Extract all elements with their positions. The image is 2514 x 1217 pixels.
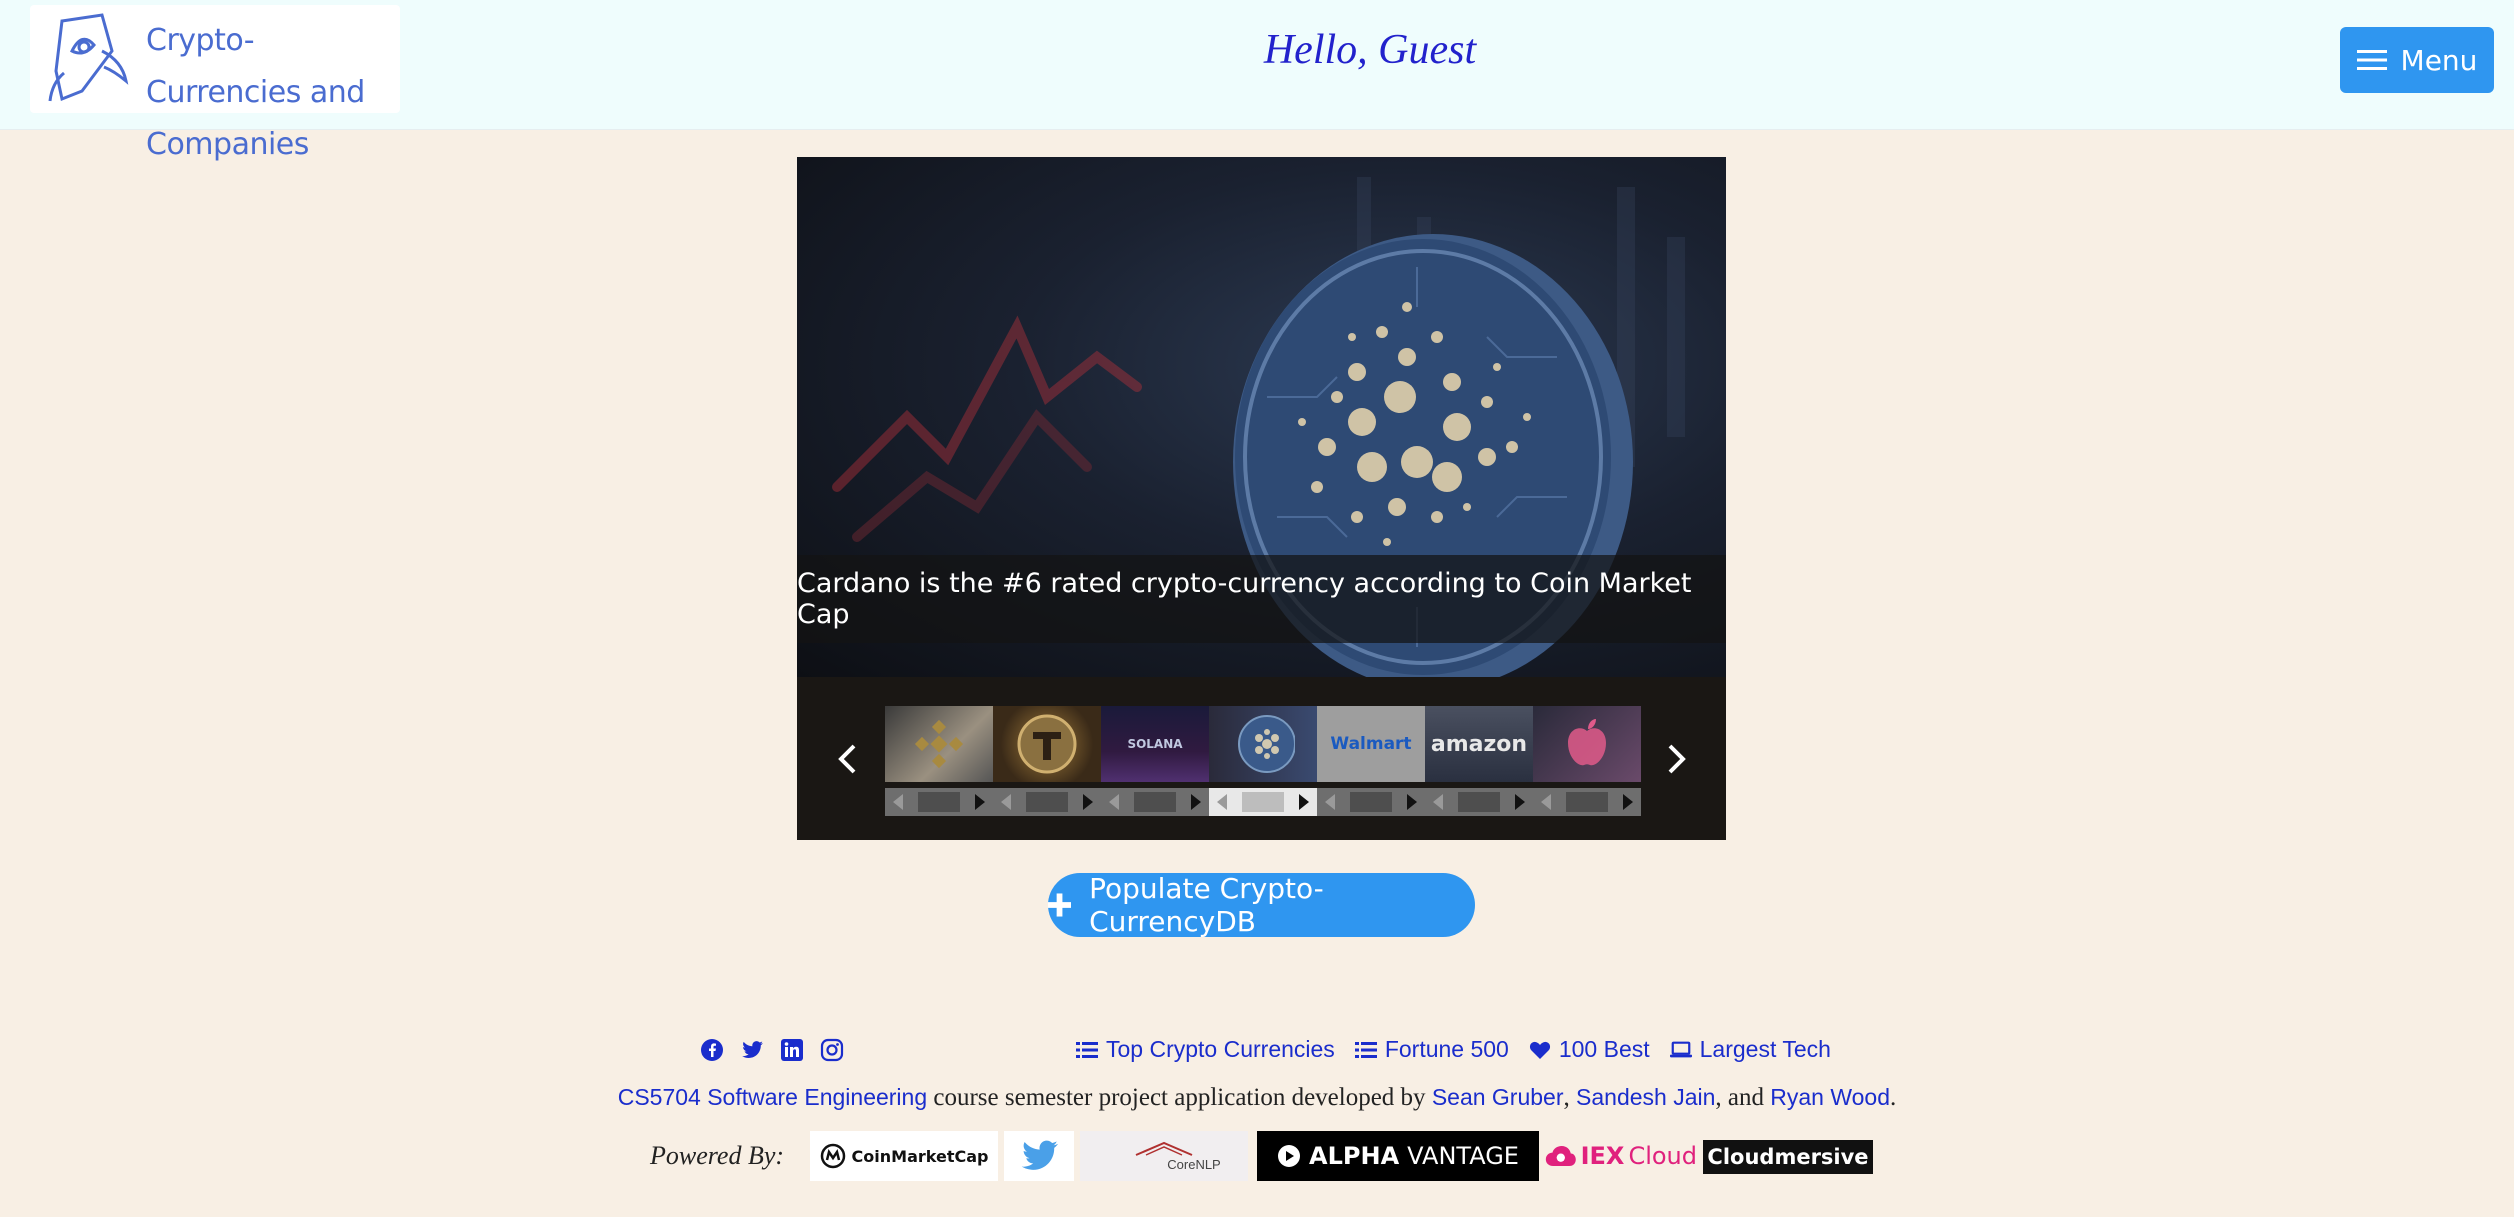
footer-link-top-crypto-label: Top Crypto Currencies — [1106, 1036, 1335, 1062]
top-navbar: Crypto-Currencies and Companies Hello, G… — [0, 0, 2514, 162]
footer-nav: Top Crypto Currencies Fortune 500 100 Be… — [1076, 1036, 1831, 1063]
partner-logo-twitter[interactable] — [1004, 1131, 1074, 1181]
populate-db-button-label: Populate Crypto-CurrencyDB — [1089, 872, 1324, 938]
cardano-coin-icon — [1238, 715, 1295, 773]
partner-logo-cloudmersive[interactable]: Cloudmersive — [1703, 1140, 1873, 1174]
alpha-vantage-label-bold: ALPHA — [1309, 1142, 1400, 1170]
thumbnail-scrollbar[interactable] — [1533, 788, 1641, 816]
footer-link-largest-tech[interactable]: Largest Tech — [1669, 1036, 1831, 1063]
populate-db-button[interactable]: Populate Crypto-CurrencyDB — [1048, 872, 1475, 938]
play-circle-icon — [1278, 1145, 1301, 1167]
solana-thumbnail-image: SOLANA — [1101, 706, 1209, 782]
image-carousel: Cardano is the #6 rated crypto-currency … — [797, 157, 1726, 840]
alpha-vantage-label: VANTAGE — [1407, 1142, 1519, 1170]
author-link-sean-gruber[interactable]: Sean Gruber — [1432, 1084, 1564, 1110]
thumbnail-scrollbar[interactable] — [1425, 788, 1533, 816]
corenlp-label: CoreNLP — [1167, 1156, 1221, 1172]
site-logo[interactable]: Crypto-Currencies and Companies — [30, 5, 400, 162]
coinmarketcap-label: CoinMarketCap — [851, 1146, 989, 1166]
footer-link-fortune-500[interactable]: Fortune 500 — [1354, 1036, 1509, 1063]
footer-link-100-best-label: 100 Best — [1558, 1036, 1650, 1062]
walmart-thumbnail-label: Walmart — [1330, 734, 1412, 754]
chevron-left-icon — [838, 744, 856, 774]
logo-title: Crypto-Currencies and Companies — [146, 15, 396, 171]
coinmarketcap-icon — [820, 1143, 845, 1169]
menu-button[interactable]: Menu — [2340, 27, 2494, 93]
facebook-icon[interactable] — [700, 1038, 724, 1062]
social-links — [700, 1038, 844, 1062]
partner-logo-alpha-vantage[interactable]: ALPHA VANTAGE — [1257, 1131, 1539, 1181]
footer-link-top-crypto[interactable]: Top Crypto Currencies — [1076, 1036, 1335, 1063]
course-link[interactable]: CS5704 Software Engineering — [618, 1084, 927, 1110]
solana-thumbnail-label: SOLANA — [1127, 737, 1183, 751]
credits-period: . — [1890, 1084, 1897, 1111]
credits-text: course semester project application deve… — [927, 1084, 1432, 1111]
credits-separator: , — [1563, 1084, 1577, 1111]
thumbnail-scrollbar[interactable] — [1317, 788, 1425, 816]
thumbnail-walmart[interactable]: Walmart — [1317, 706, 1425, 824]
linkedin-icon[interactable] — [780, 1038, 804, 1062]
iex-cloud-icon — [1545, 1146, 1576, 1166]
carousel-slide: Cardano is the #6 rated crypto-currency … — [797, 157, 1726, 677]
chevron-right-icon — [1668, 744, 1686, 774]
credits-line: CS5704 Software Engineering course semes… — [0, 1084, 2514, 1112]
menu-button-label: Menu — [2400, 43, 2478, 77]
carousel-next-button[interactable] — [1657, 734, 1697, 784]
greeting-text: Hello, Guest — [1263, 27, 1477, 73]
heart-icon — [1529, 1041, 1550, 1059]
laptop-icon — [1669, 1041, 1692, 1057]
thumbnail-tether[interactable] — [993, 706, 1101, 824]
partner-logo-coinmarketcap[interactable]: CoinMarketCap — [810, 1131, 998, 1181]
twitter-icon[interactable] — [740, 1038, 764, 1062]
list-icon — [1354, 1041, 1377, 1058]
powered-by-label: Powered By: — [650, 1141, 785, 1170]
list-icon — [1076, 1041, 1098, 1058]
tether-coin-icon — [1017, 714, 1077, 774]
rocket-logo-icon — [48, 13, 129, 102]
thumbnail-scrollbar[interactable] — [1209, 788, 1317, 816]
instagram-icon[interactable] — [820, 1038, 844, 1062]
twitter-bird-icon — [1021, 1140, 1058, 1170]
thumbnail-strip: SOLANA Walmart amazon — [797, 679, 1726, 840]
author-link-ryan-wood[interactable]: Ryan Wood — [1770, 1084, 1890, 1110]
corenlp-roof-icon — [1135, 1141, 1193, 1156]
credits-separator: , and — [1715, 1084, 1771, 1111]
logo-title-line-2: Companies — [146, 127, 309, 162]
binance-thumbnail-image — [885, 706, 993, 782]
carousel-prev-button[interactable] — [827, 734, 867, 784]
thumbnail-amazon[interactable]: amazon — [1425, 706, 1533, 824]
cardano-thumbnail-image — [1209, 706, 1317, 782]
thumbnail-solana[interactable]: SOLANA — [1101, 706, 1209, 824]
logo-title-line-1: Crypto-Currencies and — [146, 23, 365, 110]
iex-cloud-label: Cloud — [1628, 1142, 1697, 1170]
footer-link-fortune-500-label: Fortune 500 — [1384, 1036, 1509, 1062]
footer-link-100-best[interactable]: 100 Best — [1529, 1036, 1650, 1063]
apple-logo-icon — [1568, 719, 1606, 766]
cloudmersive-label: Cloudmersive — [1707, 1145, 1869, 1169]
thumbnail-scrollbar[interactable] — [1101, 788, 1209, 816]
walmart-thumbnail-image: Walmart — [1317, 706, 1425, 782]
hamburger-icon — [2356, 50, 2387, 70]
thumbnail-list: SOLANA Walmart amazon — [885, 706, 1641, 824]
footer-link-largest-tech-label: Largest Tech — [1699, 1036, 1831, 1062]
amazon-thumbnail-image: amazon — [1425, 706, 1533, 782]
thumbnail-scrollbar[interactable] — [993, 788, 1101, 816]
apple-thumbnail-image — [1533, 706, 1641, 782]
partner-logo-iex-cloud[interactable]: IEX Cloud — [1545, 1131, 1697, 1181]
thumbnail-cardano[interactable] — [1209, 706, 1317, 824]
thumbnail-apple[interactable] — [1533, 706, 1641, 824]
author-link-sandesh-jain[interactable]: Sandesh Jain — [1576, 1084, 1715, 1110]
tether-thumbnail-image — [993, 706, 1101, 782]
plus-icon — [1048, 893, 1072, 917]
amazon-thumbnail-label: amazon — [1430, 731, 1528, 757]
thumbnail-scrollbar[interactable] — [885, 788, 993, 816]
thumbnail-binance[interactable] — [885, 706, 993, 824]
iex-label: IEX — [1580, 1142, 1625, 1170]
partner-logo-corenlp[interactable]: CoreNLP — [1080, 1131, 1248, 1181]
binance-logo-icon — [914, 719, 964, 769]
slide-caption: Cardano is the #6 rated crypto-currency … — [797, 555, 1726, 643]
